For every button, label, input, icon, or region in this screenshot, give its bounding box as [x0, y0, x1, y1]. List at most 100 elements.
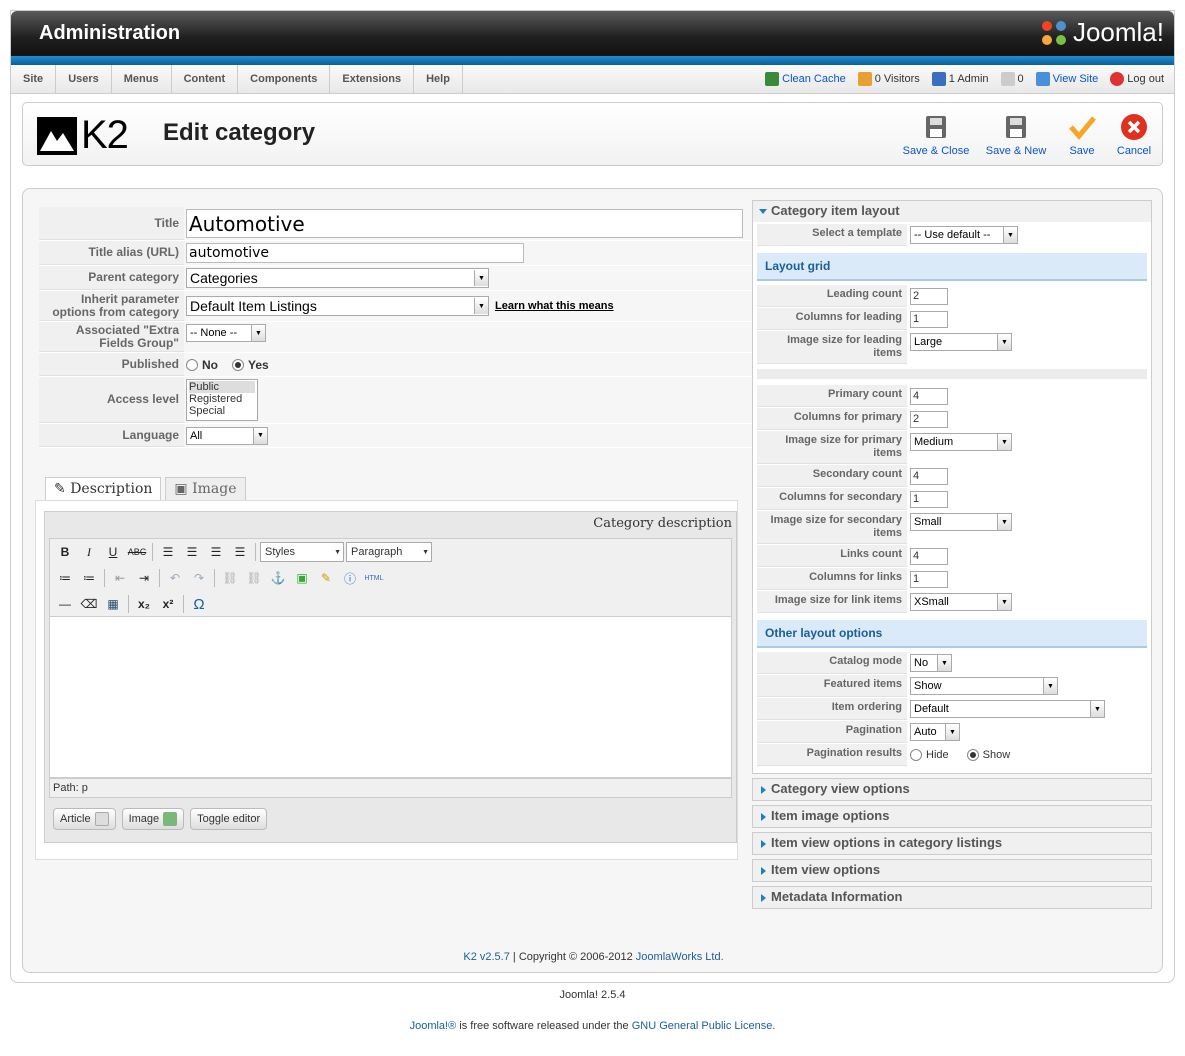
align-left-icon[interactable]: ☰: [157, 542, 179, 562]
access-option[interactable]: Special: [189, 405, 255, 417]
leading-cols-input[interactable]: 1: [910, 310, 948, 328]
subscript-icon[interactable]: x₂: [133, 594, 155, 614]
primary-cols-input[interactable]: 2: [910, 410, 948, 428]
table-icon[interactable]: ▦: [102, 594, 124, 614]
category-view-options-header[interactable]: Category view options: [753, 779, 1151, 800]
published-no-radio[interactable]: [186, 358, 198, 371]
save-close-button[interactable]: Save & Close: [900, 113, 972, 157]
parent-category-select[interactable]: Categories ▼: [186, 268, 489, 288]
item-view-listing-options-header[interactable]: Item view options in category listings: [753, 833, 1151, 854]
primary-count-input[interactable]: 4: [910, 387, 948, 405]
pagination-select[interactable]: Auto ▼: [910, 723, 960, 741]
chevron-down-icon: ▼: [997, 334, 1011, 350]
joomla-link[interactable]: Joomla!®: [410, 1020, 457, 1032]
underline-icon[interactable]: U: [102, 542, 124, 562]
access-option[interactable]: Public: [189, 381, 255, 393]
editor-content-area[interactable]: [49, 616, 732, 778]
menu-users[interactable]: Users: [56, 65, 112, 93]
clean-cache-link[interactable]: Clean Cache: [782, 65, 846, 93]
tab-image[interactable]: ▣ Image: [165, 477, 246, 500]
anchor-icon[interactable]: ⚓: [267, 568, 289, 588]
bold-icon[interactable]: B: [54, 542, 76, 562]
image-button[interactable]: Image: [121, 808, 185, 830]
item-image-options-header[interactable]: Item image options: [753, 806, 1151, 827]
learn-more-link[interactable]: Learn what this means: [495, 300, 614, 312]
secondary-count-input[interactable]: 4: [910, 467, 948, 485]
links-img-select[interactable]: XSmall ▼: [910, 593, 1012, 611]
menu-components[interactable]: Components: [238, 65, 331, 93]
access-option[interactable]: Registered: [189, 393, 255, 405]
catalog-select[interactable]: No ▼: [910, 654, 952, 672]
align-right-icon[interactable]: ☰: [205, 542, 227, 562]
metadata-header[interactable]: Metadata Information: [753, 887, 1151, 908]
k2-version-link[interactable]: K2 v2.5.7: [463, 951, 509, 963]
undo-icon[interactable]: ↶: [164, 568, 186, 588]
template-select[interactable]: -- Use default -- ▼: [910, 226, 1018, 244]
menu-help[interactable]: Help: [414, 65, 463, 93]
horizontal-rule-icon[interactable]: —: [54, 594, 76, 614]
inherit-select[interactable]: Default Item Listings ▼: [186, 296, 489, 316]
styles-select[interactable]: Styles ▼: [260, 542, 344, 562]
primary-img-select[interactable]: Medium ▼: [910, 433, 1012, 451]
help-icon[interactable]: ⓘ: [339, 568, 361, 588]
special-char-icon[interactable]: Ω: [188, 594, 210, 614]
alias-input[interactable]: [186, 243, 524, 263]
italic-icon[interactable]: I: [78, 542, 100, 562]
layout-grid-section: Layout grid: [757, 253, 1147, 281]
ordering-select[interactable]: Default ▼: [910, 700, 1105, 718]
outdent-icon[interactable]: ⇤: [109, 568, 131, 588]
joomla-version: Joomla! 2.5.4: [559, 989, 626, 1001]
secondary-img-select[interactable]: Small ▼: [910, 513, 1012, 531]
save-new-button[interactable]: Save & New: [980, 113, 1052, 157]
redo-icon[interactable]: ↷: [188, 568, 210, 588]
html-icon[interactable]: HTML: [363, 568, 385, 588]
leading-count-input[interactable]: 2: [910, 287, 948, 305]
article-button[interactable]: Article: [53, 808, 116, 830]
links-count-input[interactable]: 4: [910, 547, 948, 565]
menu-menus[interactable]: Menus: [112, 65, 172, 93]
paragraph-select[interactable]: Paragraph ▼: [346, 542, 432, 562]
view-site-link[interactable]: View Site: [1053, 65, 1099, 93]
insert-image-icon[interactable]: ▣: [291, 568, 313, 588]
secondary-cols-input[interactable]: 1: [910, 490, 948, 508]
strikethrough-icon[interactable]: ABC: [126, 542, 148, 562]
indent-icon[interactable]: ⇥: [133, 568, 155, 588]
unlink-icon[interactable]: ⛓: [243, 568, 265, 588]
language-select[interactable]: All ▼: [186, 426, 268, 445]
logout-link[interactable]: Log out: [1127, 65, 1164, 93]
tab-description[interactable]: ✎ Description: [45, 477, 162, 500]
menu-site[interactable]: Site: [11, 65, 57, 93]
gpl-link[interactable]: GNU General Public License: [632, 1020, 773, 1032]
joomla-icon: [1041, 20, 1066, 45]
item-view-options-header[interactable]: Item view options: [753, 860, 1151, 881]
published-yes-radio[interactable]: [232, 358, 244, 371]
featured-select[interactable]: Show ▼: [910, 677, 1058, 695]
admins-icon: [931, 72, 946, 86]
numbered-list-icon[interactable]: ≔: [78, 568, 100, 588]
chevron-down-icon: ▼: [997, 514, 1011, 530]
menu-extensions[interactable]: Extensions: [330, 65, 415, 93]
toggle-editor-button[interactable]: Toggle editor: [190, 808, 268, 830]
link-icon[interactable]: ⛓: [219, 568, 241, 588]
align-justify-icon[interactable]: ☰: [229, 542, 251, 562]
access-level-list[interactable]: Public Registered Special: [186, 379, 258, 421]
status-bar: Clean Cache 0 Visitors 1 Admin 0 View Si…: [765, 65, 1164, 93]
bullet-list-icon[interactable]: ≔: [54, 568, 76, 588]
extra-fields-label: Associated "Extra Fields Group": [39, 322, 184, 352]
pagination-hide-radio[interactable]: [910, 749, 922, 761]
pagination-show-radio[interactable]: [966, 749, 979, 761]
menu-content[interactable]: Content: [172, 65, 239, 93]
links-cols-input[interactable]: 1: [910, 570, 948, 588]
extra-fields-select[interactable]: -- None -- ▼: [186, 324, 266, 342]
save-button[interactable]: Save: [1060, 113, 1104, 157]
joomlaworks-link[interactable]: JoomlaWorks Ltd.: [636, 951, 724, 963]
cancel-button[interactable]: Cancel: [1112, 113, 1156, 157]
leading-img-select[interactable]: Large ▼: [910, 333, 1012, 351]
align-center-icon[interactable]: ☰: [181, 542, 203, 562]
category-item-layout-header[interactable]: Category item layout: [753, 201, 1151, 222]
chevron-down-icon: ▼: [251, 325, 265, 341]
superscript-icon[interactable]: x²: [157, 594, 179, 614]
title-input[interactable]: [186, 209, 743, 238]
cleanup-icon[interactable]: ✎: [315, 568, 337, 588]
remove-format-icon[interactable]: ⌫: [78, 594, 100, 614]
